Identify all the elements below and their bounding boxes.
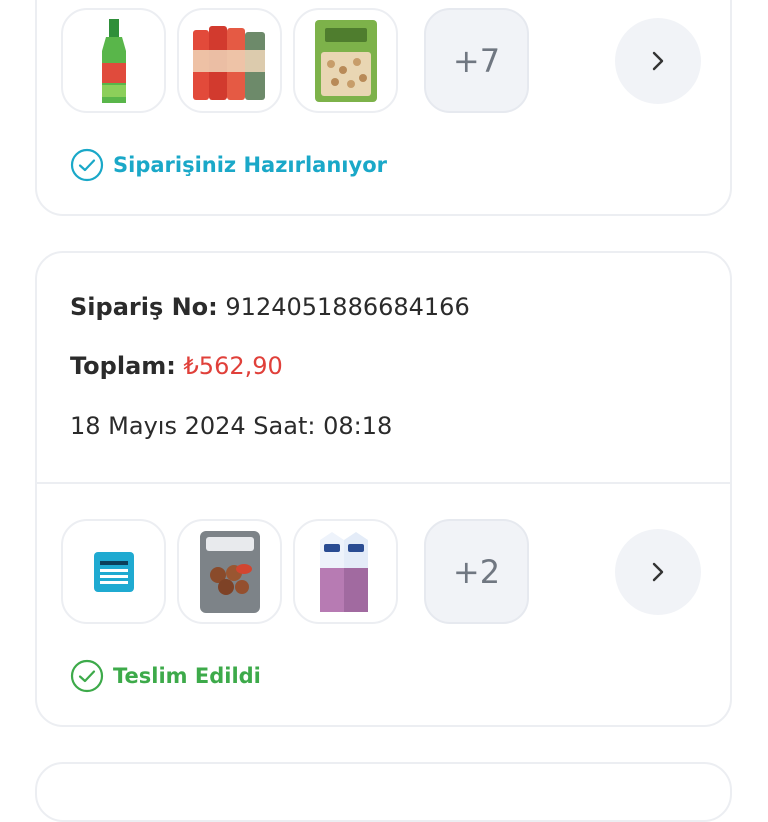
order-status-label: Siparişiniz Hazırlanıyor (113, 153, 387, 177)
order-status-label: Teslim Edildi (113, 664, 261, 688)
order-number-value: 9124051886684166 (225, 293, 470, 321)
order-total-label: Toplam: (70, 352, 176, 380)
order-total-row: Toplam: ₺562,90 (70, 352, 283, 380)
order-status: Siparişiniz Hazırlanıyor (70, 148, 387, 182)
product-thumbnail (61, 519, 166, 624)
order-status: Teslim Edildi (70, 659, 261, 693)
divider (37, 482, 730, 484)
meat-package-icon (199, 530, 260, 613)
more-products-count[interactable]: +2 (424, 519, 529, 624)
order-number-row: Sipariş No: 9124051886684166 (70, 293, 470, 321)
order-number-label: Sipariş No: (70, 293, 218, 321)
product-thumbnail (293, 519, 398, 624)
soda-bottle-icon (101, 18, 126, 103)
order-card[interactable]: Sipariş No: 9124051886684166 Toplam: ₺56… (35, 251, 732, 727)
product-thumbnail (177, 519, 282, 624)
order-detail-button[interactable] (615, 18, 701, 104)
nuts-package-icon (314, 19, 377, 102)
order-card[interactable] (35, 762, 732, 822)
check-circle-icon (70, 659, 104, 693)
order-date: 18 Mayıs 2024 Saat: 08:18 (70, 412, 393, 440)
check-circle-icon (70, 148, 104, 182)
product-thumbnail (177, 8, 282, 113)
more-products-count[interactable]: +7 (424, 8, 529, 113)
a101-logo (93, 551, 134, 592)
chevron-right-icon (652, 51, 664, 71)
product-thumbnail (293, 8, 398, 113)
milk-pack-icon (319, 531, 368, 612)
chevron-right-icon (652, 562, 664, 582)
drink-pack-icon (192, 25, 265, 100)
order-total-value: ₺562,90 (183, 352, 283, 380)
product-thumbnail (61, 8, 166, 113)
order-detail-button[interactable] (615, 529, 701, 615)
order-card[interactable]: +7 Siparişiniz Hazırlanıyor (35, 0, 732, 216)
